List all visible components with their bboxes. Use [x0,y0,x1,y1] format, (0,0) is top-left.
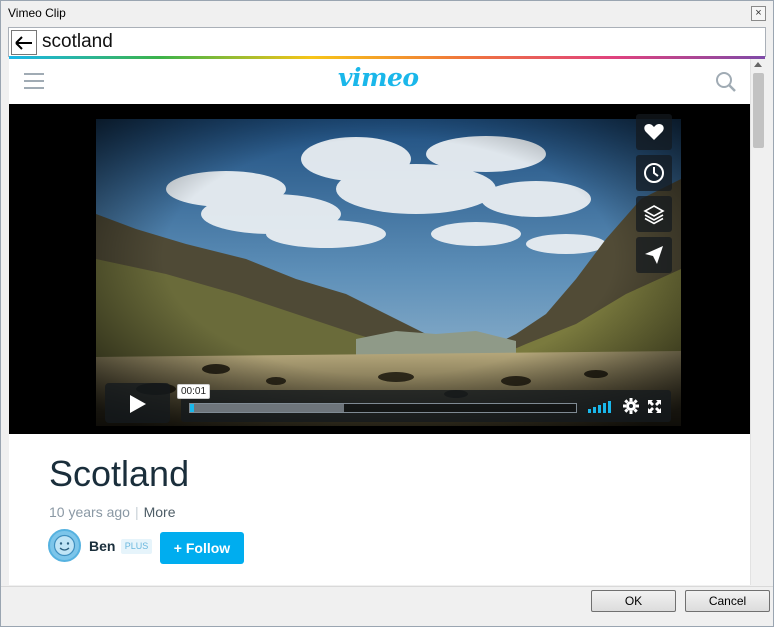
close-button[interactable]: × [751,6,766,21]
hamburger-menu-icon[interactable] [24,73,44,89]
plus-badge: PLUS [121,539,152,554]
share-button[interactable] [636,237,672,273]
play-icon [130,395,146,413]
progress-loaded [190,404,345,412]
meta-separator: | [134,504,139,520]
video-meta: 10 years ago | More [49,504,176,520]
web-viewport: vimeo 00:01 Scotland 10 years ago | More… [9,59,765,585]
video-title: Scotland [49,453,190,494]
collections-button[interactable] [636,196,672,232]
window-title: Vimeo Clip [8,6,66,20]
clock-icon [644,163,664,183]
follow-button[interactable]: + Follow [160,532,244,564]
avatar[interactable] [48,529,81,562]
layers-icon [643,205,665,225]
landscape-thumbnail [96,119,681,426]
progress-played [190,404,194,412]
user-name[interactable]: Ben [89,538,115,554]
video-player[interactable]: 00:01 [9,104,750,434]
search-icon[interactable] [715,71,737,93]
vertical-scrollbar[interactable] [750,59,765,585]
heart-icon [644,124,664,140]
vimeo-logo[interactable]: vimeo [338,63,419,92]
volume-control[interactable] [588,401,612,413]
like-button[interactable] [636,114,672,150]
player-controls [181,390,671,422]
video-frame[interactable] [96,119,681,426]
scroll-up-arrow-icon[interactable] [754,62,762,67]
back-button[interactable] [11,30,37,55]
footer-divider [1,586,773,587]
play-button[interactable] [105,383,170,423]
send-icon [645,246,663,264]
smiley-face-icon [53,534,76,557]
title-bar: Vimeo Clip × [1,1,773,25]
vimeo-header: vimeo [9,59,750,104]
vimeo-page: vimeo 00:01 Scotland 10 years ago | More… [9,59,750,585]
address-text[interactable]: scotland [42,31,113,53]
fullscreen-icon[interactable] [648,400,661,413]
more-link[interactable]: More [144,504,176,520]
scroll-thumb[interactable] [753,73,764,148]
cancel-button[interactable]: Cancel [685,590,770,612]
progress-bar[interactable] [189,403,577,413]
settings-gear-icon[interactable] [623,398,639,414]
address-bar: scotland [8,27,766,57]
back-arrow-icon [15,36,32,50]
time-tooltip: 00:01 [177,384,211,399]
ok-button[interactable]: OK [591,590,676,612]
dialog-window: Vimeo Clip × scotland vimeo 00:01 Scotla… [0,0,774,627]
upload-age: 10 years ago [49,504,130,520]
watch-later-button[interactable] [636,155,672,191]
